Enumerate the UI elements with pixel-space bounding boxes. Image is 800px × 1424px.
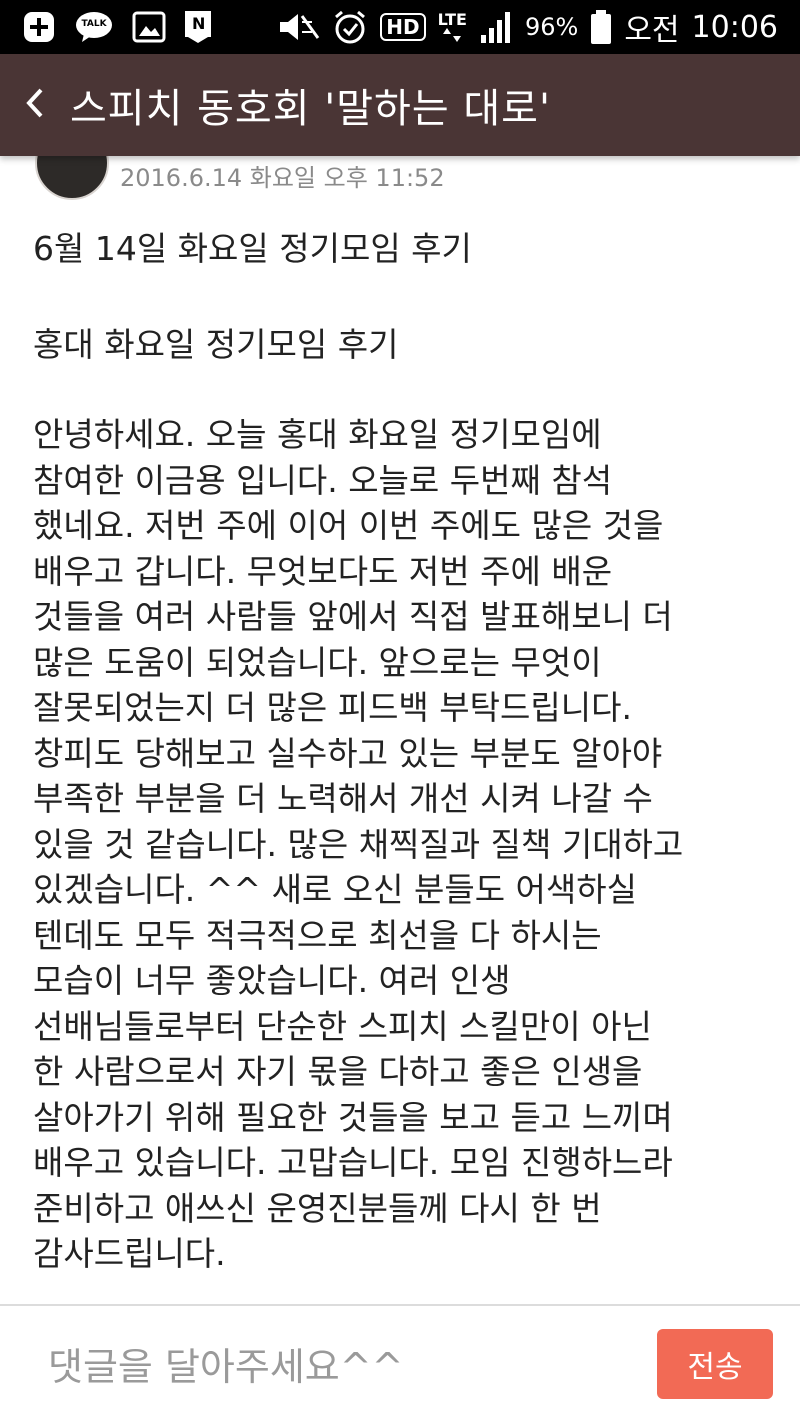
comment-input[interactable] bbox=[46, 1336, 610, 1398]
plus-icon bbox=[22, 10, 56, 44]
body-line: 모습이 너무 좋았습니다. 여러 인생 bbox=[33, 961, 511, 1000]
body-line: 배우고 있습니다. 고맙습니다. 모임 진행하느라 bbox=[33, 1143, 673, 1182]
body-line: 안녕하세요. 오늘 홍대 화요일 정기모임에 bbox=[33, 415, 602, 454]
comment-bar: 전송 bbox=[0, 1304, 800, 1424]
body-line: 부족한 부분을 더 노력해서 개선 시켜 나갈 수 bbox=[33, 779, 653, 818]
send-button[interactable]: 전송 bbox=[657, 1329, 773, 1399]
notification-icons: TALK N bbox=[0, 10, 212, 44]
body-line: 것들을 여러 사람들 앞에서 직접 발표해보니 더 bbox=[33, 597, 673, 636]
lte-icon: LTE bbox=[438, 12, 467, 42]
post-subtitle: 홍대 화요일 정기모임 후기 bbox=[33, 325, 399, 364]
alarm-icon bbox=[332, 9, 368, 45]
system-status: HD LTE 96% 오전 10:06 bbox=[276, 5, 800, 49]
hd-icon: HD bbox=[380, 13, 426, 41]
lte-label: LTE bbox=[437, 10, 467, 29]
body-line: 창피도 당해보고 실수하고 있는 부분도 알아야 bbox=[33, 733, 663, 773]
kakaotalk-icon: TALK bbox=[74, 10, 114, 44]
post-body: 안녕하세요. 오늘 홍대 화요일 정기모임에 참여한 이금용 입니다. 오늘로 … bbox=[33, 412, 778, 1277]
post-date: 2016.6.14 화요일 오후 11:52 bbox=[120, 164, 445, 192]
body-line: 참여한 이금용 입니다. 오늘로 두번째 참석 bbox=[33, 460, 613, 500]
status-bar: TALK N HD LTE 96% 오전 10:06 bbox=[0, 0, 800, 54]
gallery-icon bbox=[132, 10, 166, 44]
signal-icon bbox=[479, 11, 513, 43]
back-button[interactable] bbox=[0, 54, 70, 156]
clock: 10:06 bbox=[691, 9, 778, 45]
body-line: 잘못되었는지 더 많은 피드백 부탁드립니다. bbox=[33, 688, 632, 727]
body-line: 많은 도움이 되었습니다. 앞으로는 무엇이 bbox=[33, 642, 602, 682]
page-title: 스피치 동호회 '말하는 대로' bbox=[70, 86, 551, 132]
body-line: 선배님들로부터 단순한 스피치 스킬만이 아닌 bbox=[33, 1006, 652, 1046]
body-line: 살아가기 위해 필요한 것들을 보고 듣고 느끼며 bbox=[33, 1097, 673, 1137]
body-line: 했네요. 저번 주에 이어 이번 주에도 많은 것을 bbox=[33, 506, 664, 545]
app-header: 스피치 동호회 '말하는 대로' bbox=[0, 54, 800, 156]
body-line: 있을 것 같습니다. 많은 채찍질과 질책 기대하고 bbox=[33, 824, 684, 864]
avatar[interactable] bbox=[35, 156, 109, 200]
body-line: 한 사람으로서 자기 몫을 다하고 좋은 인생을 bbox=[33, 1052, 643, 1091]
mute-icon bbox=[276, 10, 320, 44]
body-line: 배우고 갑니다. 무엇보다도 저번 주에 배운 bbox=[33, 551, 613, 591]
body-line: 있겠습니다. ^^ 새로 오신 분들도 어색하실 bbox=[33, 870, 637, 909]
body-line: 준비하고 애쓰신 운영진분들께 다시 한 번 bbox=[33, 1188, 602, 1228]
chevron-left-icon bbox=[23, 85, 47, 125]
battery-percent: 96% bbox=[524, 13, 579, 41]
post-content[interactable]: 2016.6.14 화요일 오후 11:52 6월 14일 화요일 정기모임 후… bbox=[0, 156, 800, 1304]
kakaotalk-label: TALK bbox=[81, 19, 107, 29]
body-line: 텐데도 모두 적극적으로 최선을 다 하시는 bbox=[33, 915, 602, 955]
body-line: 감사드립니다. bbox=[33, 1234, 226, 1273]
battery-icon bbox=[590, 9, 612, 45]
ampm-label: 오전 bbox=[624, 13, 680, 48]
post-title: 6월 14일 화요일 정기모임 후기 bbox=[33, 229, 472, 268]
naver-icon: N bbox=[184, 10, 212, 44]
naver-label: N bbox=[192, 14, 206, 33]
